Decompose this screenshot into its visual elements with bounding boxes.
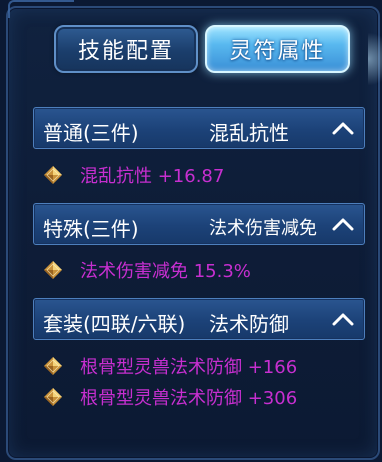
section-category-label: 特殊(三件) — [43, 217, 139, 241]
section-category-label: 普通(三件) — [43, 121, 139, 145]
stat-value: 法术伤害减免 15.3% — [80, 261, 251, 282]
stat-value: 混乱抗性 +16.87 — [80, 166, 225, 187]
chevron-up-icon[interactable] — [332, 217, 354, 231]
section-attribute-label: 法术防御 — [209, 312, 289, 336]
tab-charm-attributes[interactable]: 灵符属性 — [205, 25, 350, 73]
chevron-up-icon[interactable] — [332, 312, 354, 326]
section-header-set[interactable]: 套装(四联/六联) 法术防御 — [33, 298, 365, 340]
stat-value: 根骨型灵兽法术防御 +166 — [80, 357, 298, 378]
tab-skill-config-label: 技能配置 — [77, 39, 174, 64]
gold-diamond-icon — [44, 388, 62, 406]
gold-diamond-icon — [44, 166, 62, 184]
gold-diamond-icon — [44, 357, 62, 375]
section-attribute-label: 法术伤害减免 — [209, 218, 317, 239]
tab-skill-config[interactable]: 技能配置 — [54, 25, 198, 73]
chevron-up-icon[interactable] — [332, 121, 354, 135]
frame-corner-ornament — [8, 0, 74, 18]
stat-row: 根骨型灵兽法术防御 +306 — [43, 384, 297, 410]
section-attribute-label: 混乱抗性 — [209, 121, 289, 145]
stat-row: 根骨型灵兽法术防御 +166 — [43, 353, 297, 379]
section-category-label: 套装(四联/六联) — [43, 312, 186, 336]
stat-row: 混乱抗性 +16.87 — [43, 162, 224, 188]
stat-value: 根骨型灵兽法术防御 +306 — [80, 388, 298, 409]
section-header-normal[interactable]: 普通(三件) 混乱抗性 — [33, 107, 365, 149]
section-header-special[interactable]: 特殊(三件) 法术伤害减免 — [33, 203, 365, 245]
frame-glow-ornament — [368, 24, 382, 94]
gold-diamond-icon — [44, 261, 62, 279]
tab-charm-attributes-label: 灵符属性 — [229, 39, 326, 64]
stat-row: 法术伤害减免 15.3% — [43, 257, 251, 283]
